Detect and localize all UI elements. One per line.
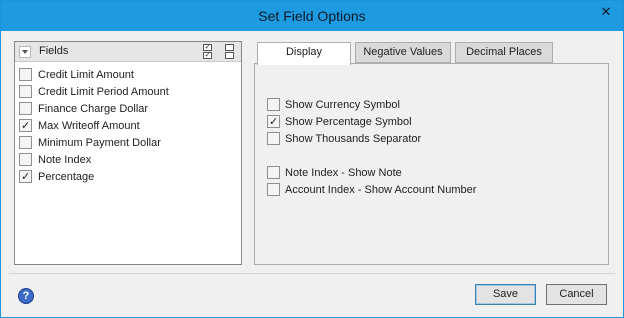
option-show-percentage-symbol[interactable]: Show Percentage Symbol bbox=[267, 115, 412, 128]
field-label: Minimum Payment Dollar bbox=[38, 136, 161, 149]
footer-divider bbox=[9, 273, 615, 274]
field-checkbox[interactable] bbox=[19, 153, 32, 166]
field-checkbox[interactable] bbox=[19, 85, 32, 98]
fields-list-panel: Fields ✓ ✓ Credit Limit Amount Credit Lim… bbox=[14, 41, 242, 265]
fields-header: Fields ✓ ✓ bbox=[15, 42, 241, 62]
field-checkbox[interactable] bbox=[19, 170, 32, 183]
field-list: Credit Limit Amount Credit Limit Period … bbox=[19, 66, 239, 185]
field-label: Credit Limit Amount bbox=[38, 68, 134, 81]
list-item[interactable]: Finance Charge Dollar bbox=[19, 100, 239, 117]
option-checkbox[interactable] bbox=[267, 98, 280, 111]
field-label: Percentage bbox=[38, 170, 95, 183]
field-label: Max Writeoff Amount bbox=[38, 119, 140, 132]
check-all-icon[interactable]: ✓ ✓ bbox=[203, 44, 212, 60]
display-tab-panel: Show Currency Symbol Show Percentage Sym… bbox=[254, 63, 609, 265]
help-icon[interactable]: ? bbox=[18, 288, 34, 304]
fields-header-label: Fields bbox=[39, 45, 69, 57]
tab-display[interactable]: Display bbox=[257, 42, 351, 65]
list-item[interactable]: Note Index bbox=[19, 151, 239, 168]
field-checkbox[interactable] bbox=[19, 102, 32, 115]
close-button[interactable]: ✕ bbox=[592, 1, 620, 23]
set-field-options-dialog: Set Field Options ✕ Fields ✓ ✓ Credit Lim… bbox=[0, 0, 624, 318]
tab-decimal-places[interactable]: Decimal Places bbox=[455, 42, 553, 63]
field-checkbox[interactable] bbox=[19, 136, 32, 149]
field-label: Finance Charge Dollar bbox=[38, 102, 149, 115]
tab-negative-values[interactable]: Negative Values bbox=[355, 42, 451, 63]
save-button[interactable]: Save bbox=[475, 284, 536, 305]
field-label: Credit Limit Period Amount bbox=[38, 85, 169, 98]
option-checkbox[interactable] bbox=[267, 166, 280, 179]
option-label: Show Percentage Symbol bbox=[285, 115, 412, 128]
option-checkbox[interactable] bbox=[267, 115, 280, 128]
option-account-index-show-account-number[interactable]: Account Index - Show Account Number bbox=[267, 183, 476, 196]
field-label: Note Index bbox=[38, 153, 92, 166]
option-checkbox[interactable] bbox=[267, 183, 280, 196]
list-item[interactable]: Credit Limit Amount bbox=[19, 66, 239, 83]
window-title: Set Field Options bbox=[258, 8, 366, 24]
collapse-triangle-icon[interactable] bbox=[19, 46, 31, 58]
field-checkbox[interactable] bbox=[19, 68, 32, 81]
option-label: Note Index - Show Note bbox=[285, 166, 402, 179]
option-label: Account Index - Show Account Number bbox=[285, 183, 477, 196]
list-item[interactable]: Credit Limit Period Amount bbox=[19, 83, 239, 100]
option-label: Show Thousands Separator bbox=[285, 132, 422, 145]
option-show-currency-symbol[interactable]: Show Currency Symbol bbox=[267, 98, 400, 111]
option-label: Show Currency Symbol bbox=[285, 98, 400, 111]
uncheck-all-icon[interactable] bbox=[225, 44, 234, 60]
option-checkbox[interactable] bbox=[267, 132, 280, 145]
option-note-index-show-note[interactable]: Note Index - Show Note bbox=[267, 166, 402, 179]
list-item[interactable]: Percentage bbox=[19, 168, 239, 185]
dialog-body: Fields ✓ ✓ Credit Limit Amount Credit Lim… bbox=[9, 32, 615, 311]
option-show-thousands-separator[interactable]: Show Thousands Separator bbox=[267, 132, 421, 145]
list-item[interactable]: Minimum Payment Dollar bbox=[19, 134, 239, 151]
title-bar: Set Field Options ✕ bbox=[1, 1, 623, 31]
cancel-button[interactable]: Cancel bbox=[546, 284, 607, 305]
list-item[interactable]: Max Writeoff Amount bbox=[19, 117, 239, 134]
field-checkbox[interactable] bbox=[19, 119, 32, 132]
